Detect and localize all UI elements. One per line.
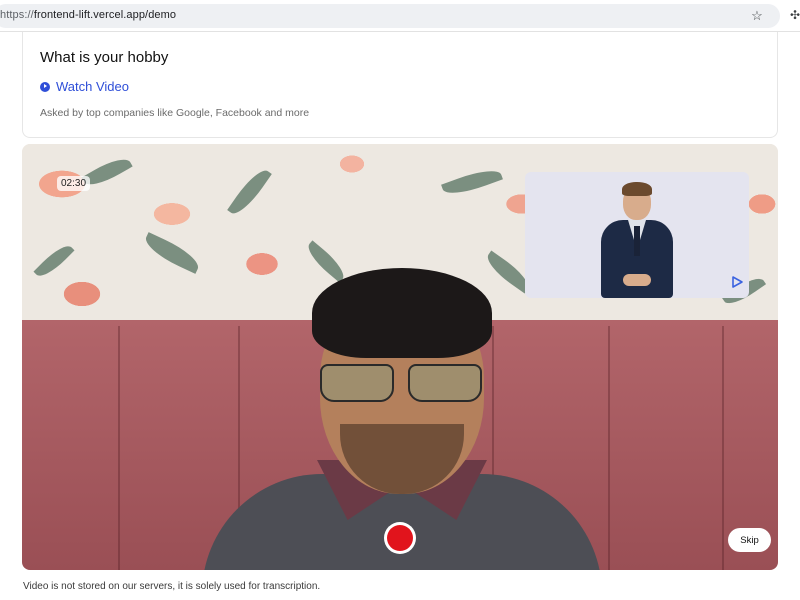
leaf-shape [33, 240, 75, 282]
avatar-hair [622, 182, 652, 196]
asked-by-text: Asked by top companies like Google, Face… [40, 107, 310, 119]
candidate-hair [312, 268, 492, 358]
leaf-shape [441, 164, 503, 200]
glasses-lens [408, 364, 482, 402]
ai-interviewer-avatar [597, 180, 677, 298]
play-circle-icon [40, 81, 50, 92]
star-icon[interactable]: ☆ [750, 9, 764, 23]
puzzle-icon[interactable]: ✣ [790, 8, 800, 22]
watch-video-link[interactable]: Watch Video [40, 79, 129, 94]
avatar-tie [634, 226, 640, 256]
avatar-hands [623, 274, 651, 286]
sofa-seam [118, 326, 120, 570]
browser-toolbar: https://frontend-lift.vercel.app/demo ☆ … [0, 0, 800, 32]
interviewer-video[interactable] [525, 172, 749, 298]
question-title: What is your hobby [40, 49, 169, 66]
watch-video-label: Watch Video [56, 79, 129, 94]
skip-button[interactable]: Skip [728, 528, 771, 552]
leaf-shape [227, 164, 272, 220]
url-host-path: frontend-lift.vercel.app/demo [33, 9, 177, 21]
sofa-seam [722, 326, 724, 570]
record-button[interactable] [384, 522, 416, 554]
webcam-preview: 02:30 Skip [22, 144, 778, 570]
play-outline-icon[interactable] [730, 275, 744, 289]
privacy-disclaimer: Video is not stored on our servers, it i… [23, 581, 321, 592]
url-scheme: https:// [0, 9, 34, 21]
question-card: What is your hobby Watch Video Asked by … [22, 32, 778, 138]
address-bar[interactable]: https://frontend-lift.vercel.app/demo ☆ [0, 4, 780, 28]
glasses-lens [320, 364, 394, 402]
url-text[interactable]: https://frontend-lift.vercel.app/demo [0, 9, 176, 21]
recording-timer: 02:30 [57, 176, 91, 191]
record-dot-icon [387, 525, 413, 551]
candidate-glasses [320, 364, 484, 404]
